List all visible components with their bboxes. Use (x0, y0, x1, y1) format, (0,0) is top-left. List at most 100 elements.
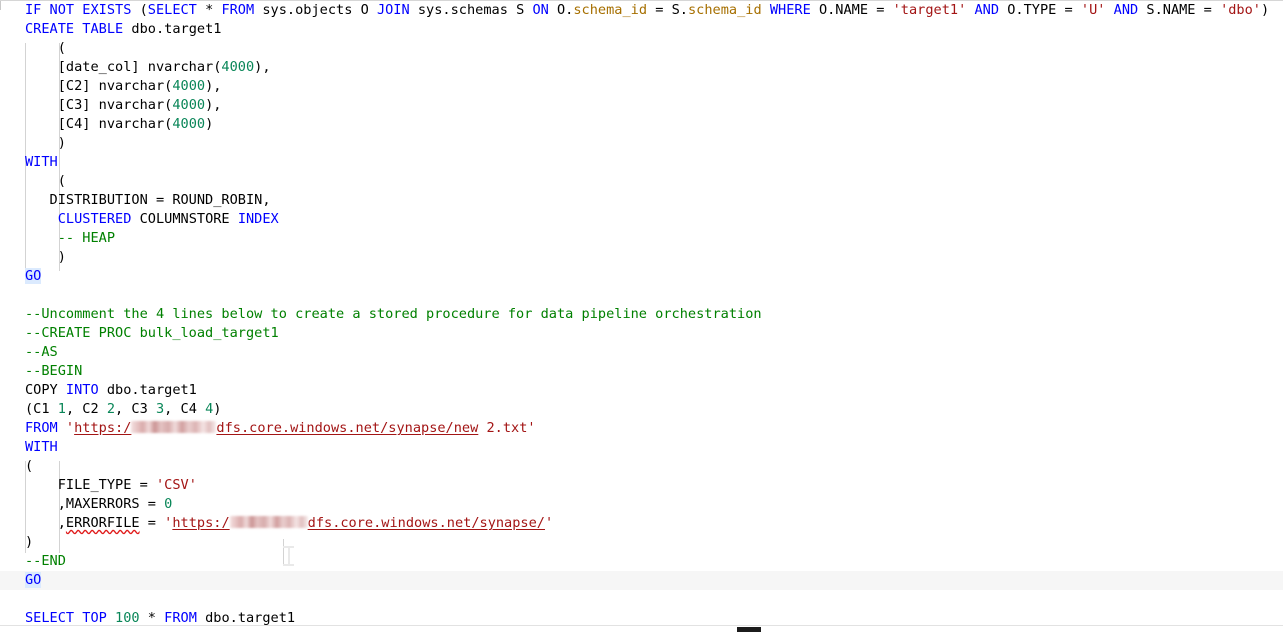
horizontal-scrollbar[interactable] (0, 625, 1283, 634)
code-token: , C3 (115, 401, 156, 417)
code-token: ), (254, 59, 271, 75)
code-token: --Uncomment the 4 lines below to create … (25, 306, 762, 322)
code-line[interactable]: ,ERRORFILE = ' https:/ dfs.core.windows.ne… (0, 514, 1283, 533)
code-token: SELECT (147, 2, 206, 18)
code-token: ERRORFILE (65, 515, 140, 531)
code-token: ON (532, 2, 557, 18)
code-token: sys.schemas S (417, 2, 533, 18)
code-token: sys.objects O (262, 2, 377, 18)
code-token: 'target1' (892, 2, 967, 18)
code-line[interactable]: [C2] nvarchar(4000), (0, 77, 1283, 96)
code-token: [C3] nvarchar( (25, 97, 173, 113)
code-line[interactable]: -- HEAP (0, 229, 1283, 248)
code-token: GO (25, 572, 42, 588)
code-token: [C2] nvarchar( (25, 78, 173, 94)
code-token: WITH (25, 154, 58, 170)
code-token: COPY (25, 382, 66, 398)
code-token: S.NAME = (1146, 2, 1221, 18)
code-token: O. (557, 2, 574, 18)
code-line[interactable]: DISTRIBUTION = ROUND_ROBIN, (0, 191, 1283, 210)
code-token: FILE_TYPE = (25, 477, 156, 493)
code-token: 1 (57, 401, 66, 417)
code-line[interactable]: WITH (0, 153, 1283, 172)
code-token: DISTRIBUTION = ROUND_ROBIN, (25, 192, 271, 208)
code-line[interactable]: --CREATE PROC bulk_load_target1 (0, 324, 1283, 343)
code-token: 2.txt' (478, 420, 536, 436)
code-token: SELECT TOP (25, 610, 116, 626)
code-token: 3 (155, 401, 165, 417)
code-line[interactable]: FROM 'https:/ dfs.core.windows.net/synaps… (0, 419, 1283, 438)
code-line[interactable]: COPY INTO dbo.target1 (0, 381, 1283, 400)
code-token: dbo.target1 (106, 382, 197, 398)
code-token: ) (25, 534, 34, 550)
code-token: CLUSTERED (57, 211, 140, 227)
code-line[interactable]: GO (0, 267, 1283, 286)
code-token: ( (139, 2, 148, 18)
horizontal-scrollbar-thumb[interactable] (737, 627, 761, 632)
code-token: AND (1113, 2, 1147, 18)
code-line[interactable]: [C4] nvarchar(4000) (0, 115, 1283, 134)
code-token: dbo.target1 (131, 21, 222, 37)
sql-code-editor[interactable]: IF NOT EXISTS (SELECT * FROM sys.objects… (0, 0, 1283, 634)
code-token: ) (213, 401, 222, 417)
code-line[interactable]: CLUSTERED COLUMNSTORE INDEX (0, 210, 1283, 229)
code-token: 'U' (1080, 2, 1106, 18)
code-token: --AS (25, 344, 58, 360)
code-token: dbo.target1 (205, 610, 296, 626)
code-line[interactable]: --Uncomment the 4 lines below to create … (0, 305, 1283, 324)
code-token: 4000 (172, 97, 206, 113)
code-line[interactable]: WITH (0, 438, 1283, 457)
code-content[interactable]: IF NOT EXISTS (SELECT * FROM sys.objects… (0, 1, 1283, 628)
code-line[interactable]: CREATE TABLE dbo.target1 (0, 20, 1283, 39)
code-line[interactable]: ( (0, 39, 1283, 58)
code-token: 4000 (221, 59, 255, 75)
code-line[interactable]: ) (0, 533, 1283, 552)
code-line[interactable]: ( (0, 172, 1283, 191)
code-token: ( (25, 458, 34, 474)
code-line[interactable]: ( (0, 457, 1283, 476)
code-token: , (25, 515, 66, 531)
code-line[interactable]: [C3] nvarchar(4000), (0, 96, 1283, 115)
code-token: * (205, 2, 222, 18)
code-line[interactable]: ) (0, 134, 1283, 153)
code-token: 100 (115, 610, 140, 626)
redacted-text-block (131, 421, 217, 433)
code-line[interactable]: --BEGIN (0, 362, 1283, 381)
code-line[interactable]: GO (0, 571, 1283, 590)
code-token: ) (25, 249, 66, 265)
code-token: ( (25, 40, 66, 56)
code-token: ) (1260, 2, 1270, 18)
code-token: (C1 (25, 401, 58, 417)
code-token: , C4 (164, 401, 206, 417)
code-line[interactable]: --END (0, 552, 1283, 571)
code-token: https:/ (74, 420, 132, 436)
code-token: --CREATE PROC bulk_load_target1 (25, 325, 279, 341)
code-token: AND (974, 2, 1008, 18)
redacted-text-block (229, 516, 308, 528)
code-token: 2 (106, 401, 116, 417)
code-token: COLUMNSTORE (139, 211, 238, 227)
code-token: ,MAXERRORS = (25, 496, 165, 512)
code-line[interactable]: ,MAXERRORS = 0 (0, 495, 1283, 514)
code-line[interactable]: ) (0, 248, 1283, 267)
code-line[interactable]: (C1 1, C2 2, C3 3, C4 4) (0, 400, 1283, 419)
code-token: -- HEAP (25, 230, 116, 246)
code-line[interactable]: [date_col] nvarchar(4000), (0, 58, 1283, 77)
code-token: --END (25, 553, 66, 569)
code-token: 0 (164, 496, 173, 512)
code-line[interactable] (0, 286, 1283, 305)
code-token: WHERE (769, 2, 819, 18)
code-token: dfs.core.windows.net/synapse/ (307, 515, 545, 531)
code-token: schema_id (687, 2, 762, 18)
code-line[interactable] (0, 590, 1283, 609)
code-line[interactable]: --AS (0, 343, 1283, 362)
code-line[interactable]: FILE_TYPE = 'CSV' (0, 476, 1283, 495)
code-token: = S. (647, 2, 688, 18)
code-token: , C2 (65, 401, 107, 417)
code-token: ' (544, 515, 554, 531)
code-line[interactable]: IF NOT EXISTS (SELECT * FROM sys.objects… (0, 1, 1283, 20)
code-token: IF NOT EXISTS (25, 2, 140, 18)
code-token: INDEX (237, 211, 279, 227)
code-token: FROM (25, 420, 66, 436)
